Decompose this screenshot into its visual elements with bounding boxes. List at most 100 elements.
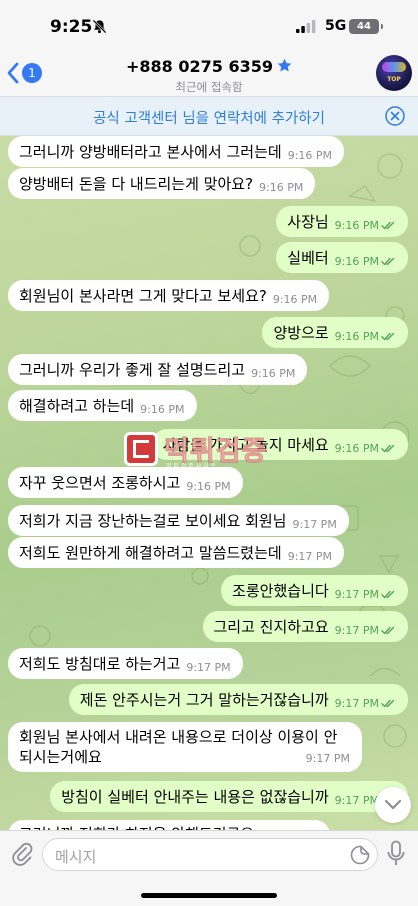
- message-time-text: 9:16 PM: [140, 403, 185, 416]
- message-bubble-outgoing[interactable]: 방침이 실베터 안내주는 내용은 없잖습니까 9:17 PM: [50, 781, 408, 812]
- message-text: 방침이 실베터 안내주는 내용은 없잖습니까: [61, 788, 329, 806]
- message-timestamp: 9:17 PM: [335, 588, 396, 601]
- message-bubble-incoming[interactable]: 자꾸 웃으면서 조롱하시고 9:16 PM: [8, 467, 243, 498]
- chat-title-text: +888 0275 6359: [125, 57, 273, 76]
- message-bubble-outgoing[interactable]: 사장님 9:16 PM: [276, 206, 408, 237]
- read-checkmarks-icon: [381, 444, 395, 453]
- last-seen-status: 최근에 접속함: [175, 80, 243, 94]
- message-time-text: 9:16 PM: [272, 293, 318, 306]
- message-time-text: 9:16 PM: [251, 367, 296, 380]
- chat-area[interactable]: 그러니까 양방배터라고 본사에서 그러는데 9:16 PM 양방배터 돈을 다 내드…: [0, 136, 418, 830]
- message-time-text: 9:17 PM: [292, 518, 337, 531]
- message-time-text: 9:17 PM: [186, 661, 231, 674]
- message-time-text: 9:17 PM: [334, 697, 379, 710]
- microphone-icon[interactable]: [387, 840, 405, 868]
- message-bubble-incoming[interactable]: 저희가 지금 장난하는걸로 보이세요 회원님 9:17 PM: [8, 505, 349, 536]
- message-text: 자꾸 웃으면서 조롱하시고: [19, 474, 181, 492]
- message-time-text: 9:17 PM: [305, 752, 350, 765]
- status-bar: 9:25 5G 44: [0, 0, 418, 50]
- message-time-text: 9:16 PM: [334, 219, 379, 232]
- battery-icon: 44: [349, 19, 379, 34]
- message-timestamp: 9:16 PM: [251, 367, 295, 380]
- message-bubble-incoming[interactable]: 그러니까 양방배터라고 본사에서 그러는데 9:16 PM: [8, 136, 345, 167]
- message-bubble-incoming[interactable]: 회원님 본사에서 내려온 내용으로 더이상 이용이 안되시는거에요 9:17 PM: [8, 722, 362, 772]
- message-text: 그러니까 양방배터라고 본사에서 그러는데: [19, 143, 282, 161]
- message-bubble-incoming[interactable]: 그러니까 우리가 좋게 잘 설명드리고 9:16 PM: [8, 354, 308, 385]
- read-checkmarks-icon: [381, 626, 395, 635]
- message-timestamp: 9:16 PM: [259, 181, 303, 194]
- message-text: 저희도 원만하게 해결하려고 말씀드렸는데: [19, 544, 282, 562]
- message-bubble-incoming[interactable]: 회원님이 본사라면 그게 맞다고 보세요? 9:16 PM: [8, 280, 330, 311]
- star-icon: [277, 58, 292, 72]
- message-time-text: 9:17 PM: [334, 624, 379, 637]
- battery-level: 44: [357, 21, 371, 32]
- message-bubble-outgoing[interactable]: 그리고 진지하고요 9:17 PM: [202, 611, 408, 642]
- message-timestamp: 9:16 PM: [335, 330, 396, 343]
- read-checkmarks-icon: [381, 332, 395, 341]
- message-time-text: 9:16 PM: [334, 255, 379, 268]
- read-checkmarks-icon: [381, 257, 395, 266]
- message-text: 양방배터 돈을 다 내드리는게 맞아요?: [19, 175, 254, 193]
- chat-title[interactable]: +888 0275 6359: [0, 57, 418, 76]
- network-type: 5G: [325, 18, 347, 34]
- home-indicator: [141, 893, 277, 898]
- message-time-text: 9:16 PM: [334, 330, 379, 343]
- message-time-text: 9:16 PM: [334, 442, 379, 455]
- watermark-logo-icon: [124, 432, 158, 466]
- message-bubble-outgoing[interactable]: 조롱안했습니다 9:17 PM: [221, 575, 408, 606]
- read-checkmarks-icon: [381, 590, 395, 599]
- message-bubble-incoming[interactable]: 양방배터 돈을 다 내드리는게 맞아요? 9:16 PM: [8, 168, 316, 199]
- avatar[interactable]: TOP: [376, 55, 412, 91]
- message-timestamp: 9:16 PM: [335, 219, 396, 232]
- chevron-down-icon: [384, 799, 402, 810]
- message-text: 그리고 진지하고요: [213, 618, 329, 636]
- signal-icon: [296, 20, 316, 33]
- message-input-placeholder: 메시지: [55, 848, 97, 866]
- bell-muted-icon: [92, 19, 107, 34]
- message-timestamp: 9:17 PM: [292, 518, 336, 531]
- message-text: 제돈 안주시는거 그거 말하는거잖습니까: [79, 691, 329, 709]
- message-time-text: 9:17 PM: [334, 794, 379, 807]
- message-timestamp: 9:17 PM: [306, 749, 350, 769]
- message-bubble-incoming[interactable]: 저희도 원만하게 해결하려고 말씀드렸는데 9:17 PM: [8, 537, 345, 568]
- message-bubble-incoming[interactable]: 그러니까 저희가 하지을 안해드리구요: [8, 820, 330, 830]
- message-input-bar: 메시지: [0, 830, 418, 906]
- read-checkmarks-icon: [381, 221, 395, 230]
- message-timestamp: 9:17 PM: [186, 661, 230, 674]
- message-bubble-outgoing[interactable]: 실베터 9:16 PM: [276, 242, 408, 273]
- message-timestamp: 9:17 PM: [335, 697, 396, 710]
- message-timestamp: 9:16 PM: [140, 403, 184, 416]
- message-text: 그러니까 우리가 좋게 잘 설명드리고: [19, 361, 246, 379]
- scroll-down-button[interactable]: [375, 787, 411, 823]
- message-time-text: 9:17 PM: [287, 550, 333, 563]
- chat-header: 1 +888 0275 6359 최근에 접속함 TOP: [0, 50, 418, 96]
- message-text: 회원님 본사에서 내려온 내용으로 더이상 이용이 안되시는거에요: [19, 728, 338, 766]
- message-bubble-outgoing[interactable]: 제돈 안주시는거 그거 말하는거잖습니까 9:17 PM: [68, 684, 408, 715]
- message-timestamp: 9:16 PM: [335, 255, 396, 268]
- add-contact-banner[interactable]: 공식 고객센터 님을 연락처에 추가하기: [0, 96, 418, 136]
- message-bubble-outgoing[interactable]: 양방으로 9:16 PM: [262, 317, 408, 348]
- avatar-logo-text: TOP: [387, 76, 401, 83]
- message-text: 그러니까 저희가 하지을 안해드리구요: [19, 823, 254, 830]
- close-icon[interactable]: [385, 106, 405, 126]
- sticker-icon[interactable]: [350, 845, 370, 865]
- message-text: 조롱안했습니다: [232, 582, 329, 600]
- message-timestamp: 9:16 PM: [273, 293, 317, 306]
- message-text: 양방으로: [273, 324, 329, 342]
- add-contact-link[interactable]: 공식 고객센터 님을 연락처에 추가하기: [0, 107, 418, 128]
- message-text: 회원님이 본사라면 그게 맞다고 보세요?: [19, 287, 267, 305]
- message-timestamp: 9:16 PM: [335, 442, 396, 455]
- message-bubble-incoming[interactable]: 해결하려고 하는데 9:16 PM: [8, 390, 197, 421]
- message-timestamp: 9:16 PM: [186, 480, 230, 493]
- message-bubble-incoming[interactable]: 저희도 방침대로 하는거고 9:17 PM: [8, 648, 243, 679]
- status-time: 9:25: [50, 17, 93, 37]
- message-time-text: 9:17 PM: [334, 588, 379, 601]
- message-text: 저희도 방침대로 하는거고: [19, 655, 181, 673]
- paperclip-icon[interactable]: [11, 841, 33, 867]
- message-time-text: 9:16 PM: [259, 181, 304, 194]
- message-text: 해결하려고 하는데: [19, 397, 135, 415]
- avatar-logo-shape: [382, 62, 406, 72]
- message-input[interactable]: 메시지: [42, 838, 378, 871]
- message-time-text: 9:16 PM: [186, 480, 231, 493]
- battery-tip: [381, 24, 383, 29]
